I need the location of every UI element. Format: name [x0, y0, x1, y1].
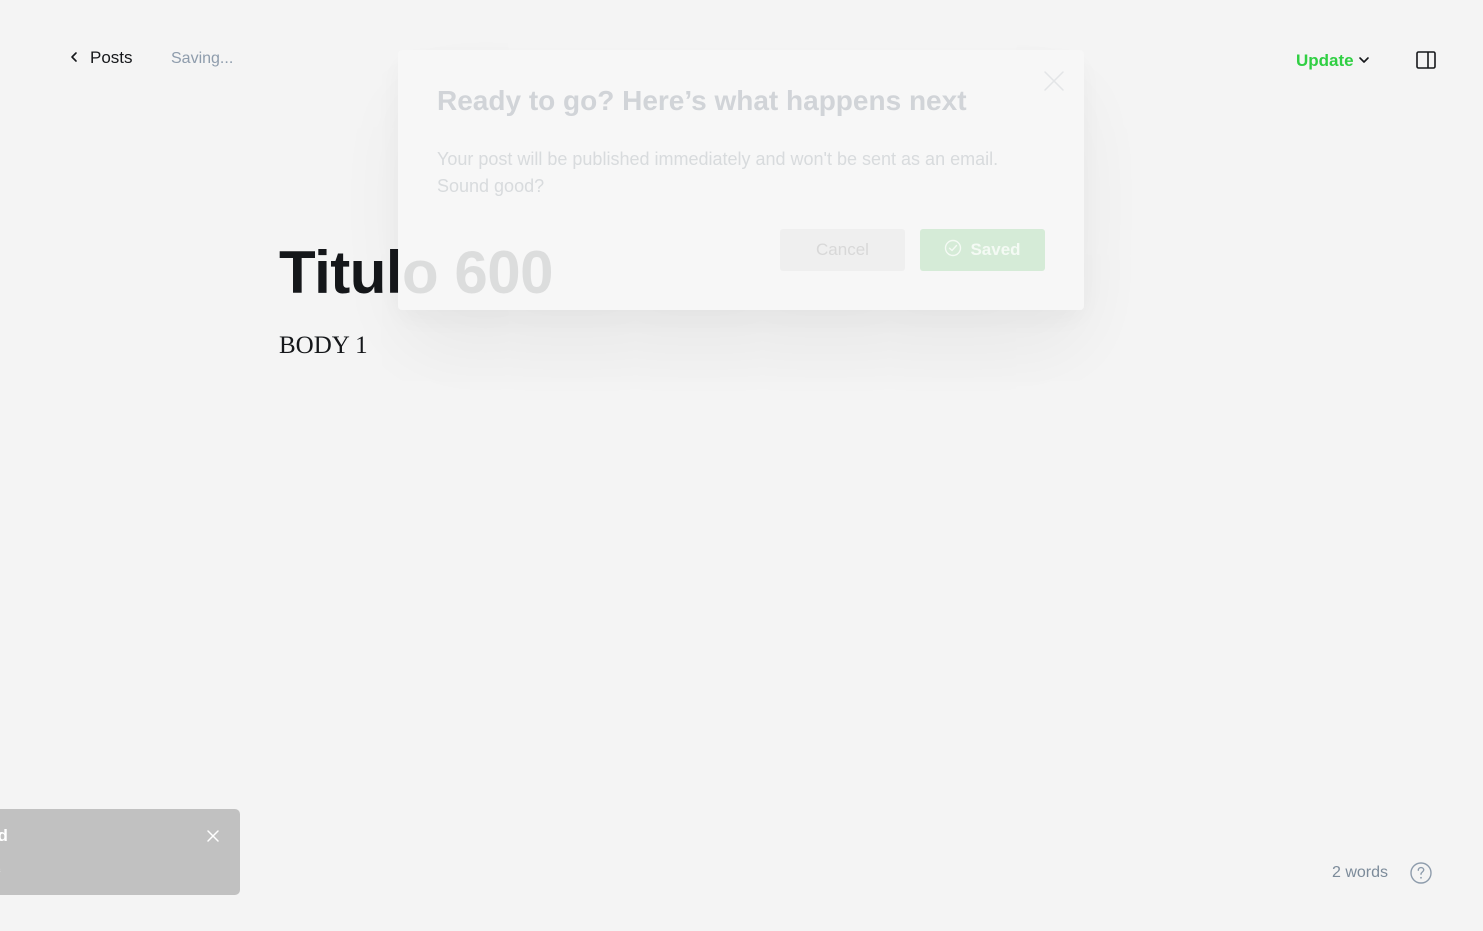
- chevron-left-icon: [68, 48, 80, 68]
- sidebar-toggle-icon[interactable]: [1415, 49, 1437, 71]
- update-button-label: Update: [1296, 50, 1354, 70]
- help-icon[interactable]: [1409, 861, 1433, 885]
- publish-confirm-modal: Ready to go? Here’s what happens next Yo…: [398, 50, 1084, 310]
- back-to-posts-link[interactable]: Posts: [68, 48, 133, 68]
- close-icon[interactable]: [1043, 70, 1065, 92]
- cancel-button-label: Cancel: [816, 240, 869, 259]
- saved-button-label: Saved: [970, 240, 1021, 259]
- update-button[interactable]: Update: [1296, 50, 1370, 71]
- toast-title: ed: [0, 826, 8, 845]
- back-link-label: Posts: [90, 48, 133, 67]
- close-icon[interactable]: [206, 829, 220, 843]
- chevron-down-icon: [1358, 50, 1370, 71]
- word-count: 2 words: [1332, 864, 1389, 881]
- modal-title: Ready to go? Here’s what happens next: [437, 85, 967, 116]
- toast-notification: ed t: [0, 809, 240, 895]
- save-status: Saving...: [171, 50, 234, 67]
- post-body[interactable]: BODY 1: [279, 332, 368, 360]
- saved-button[interactable]: Saved: [920, 229, 1045, 271]
- check-circle-icon: [944, 239, 962, 262]
- cancel-button[interactable]: Cancel: [780, 229, 905, 271]
- modal-message: Your post will be published immediately …: [437, 149, 999, 196]
- editor-page: Posts Saving... Update Titulo 600 BODY 1…: [0, 0, 1483, 931]
